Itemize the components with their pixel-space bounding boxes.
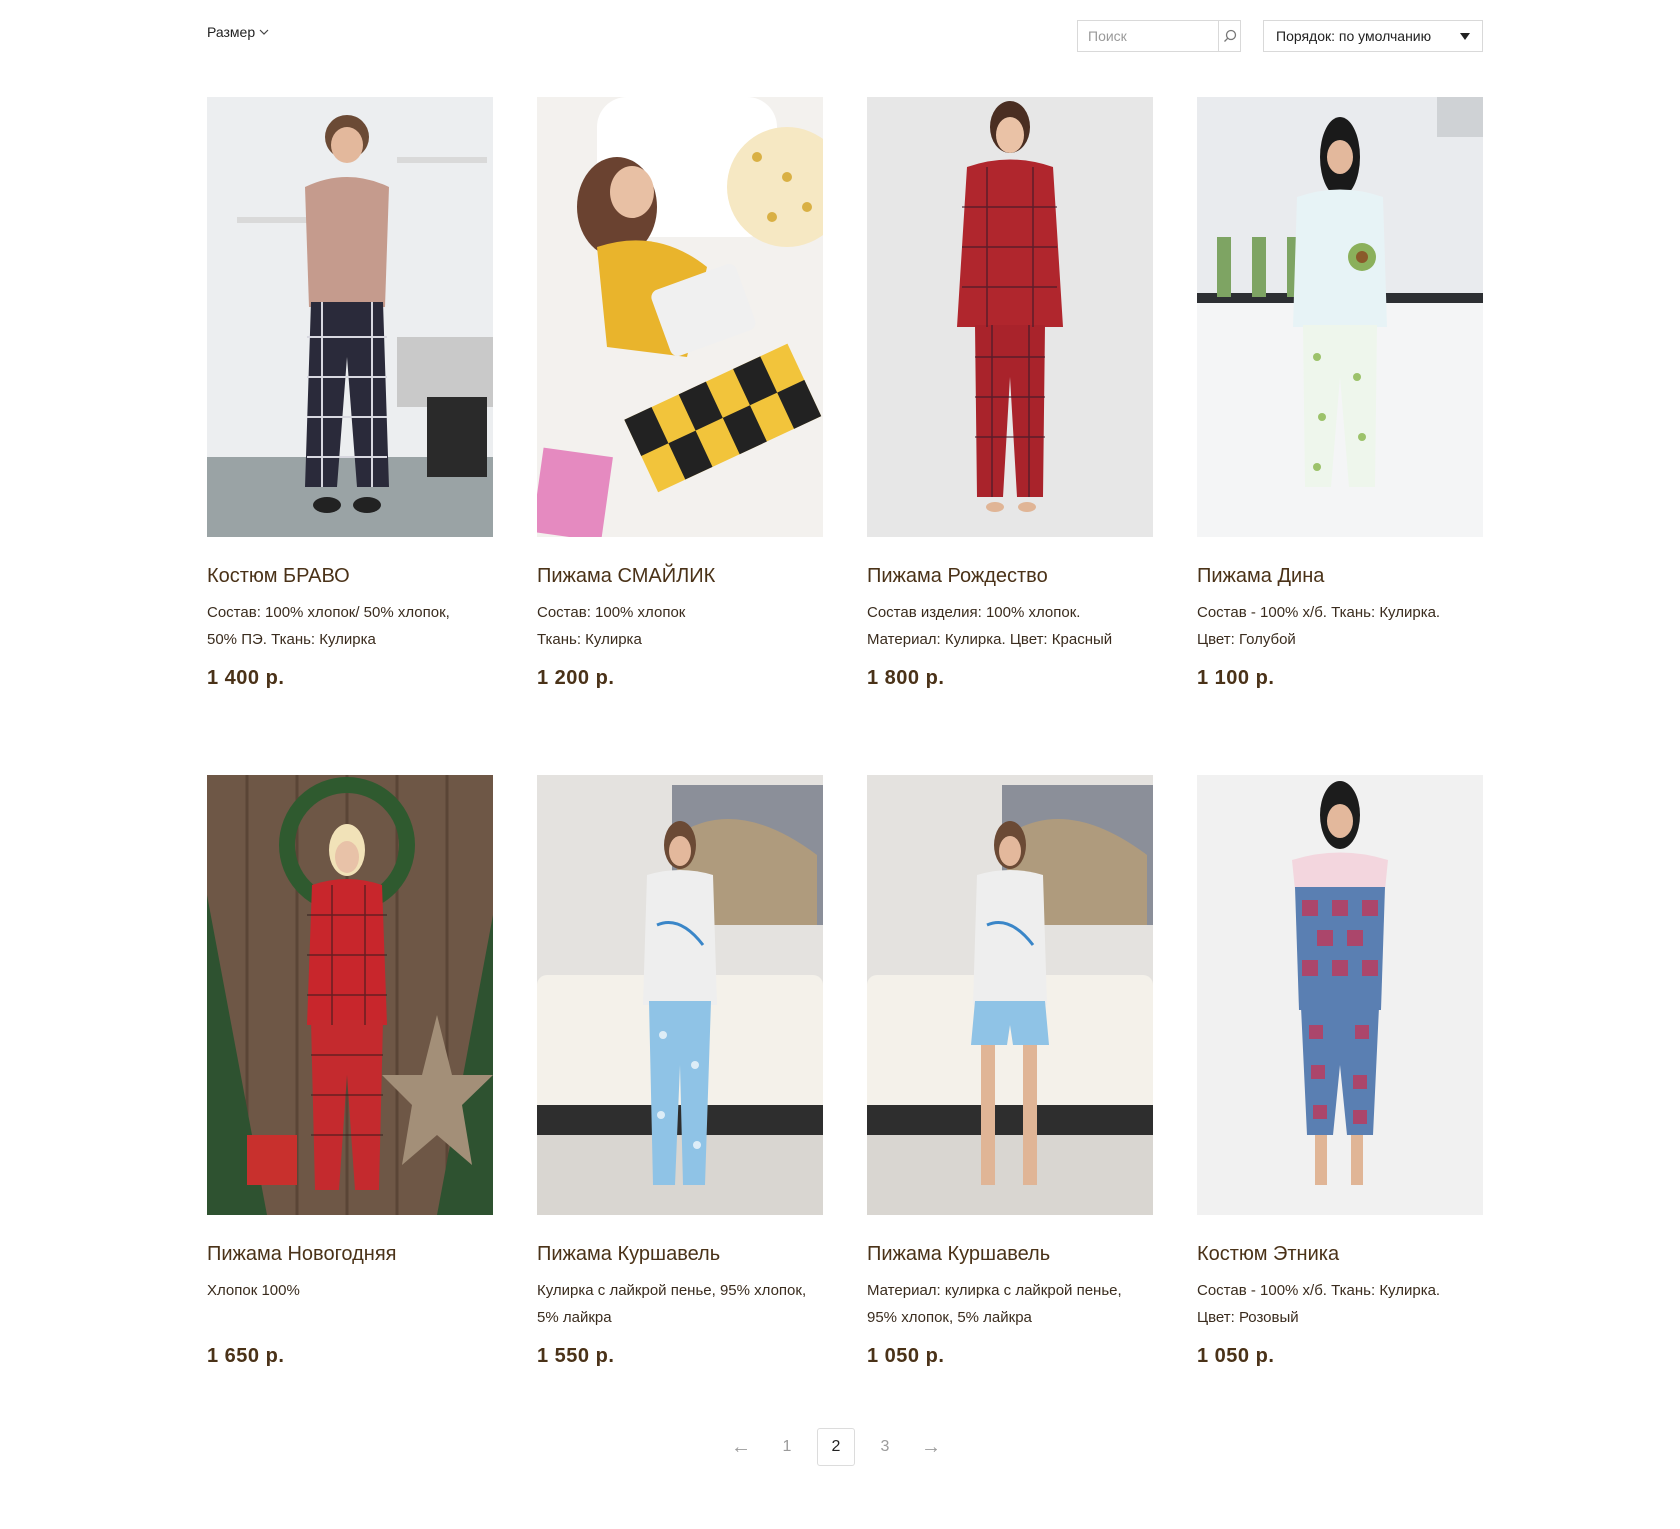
product-description-line: Кулирка с лайкрой пенье, 95% хлопок, [537,1282,807,1299]
product-title[interactable]: Пижама Дина [1197,563,1483,589]
product-title[interactable]: Пижама СМАЙЛИК [537,563,823,589]
size-filter-dropdown[interactable]: Размер [207,24,269,40]
product-photo-novogodnyaya [207,775,493,1215]
product-description: Состав - 100% х/б. Ткань: Кулирка. Цвет:… [1197,1277,1483,1331]
product-description-line: 50% ПЭ. Ткань: Кулирка [207,631,376,648]
product-description: Состав: 100% хлопок/ 50% хлопок, 50% ПЭ.… [207,599,493,653]
product-photo-smile [537,97,823,537]
product-description-line: Состав - 100% х/б. Ткань: Кулирка. [1197,1282,1441,1299]
page-link-3[interactable]: 3 [869,1429,901,1465]
product-description-line: 5% лайкра [537,1309,612,1326]
product-price: 1 400 р. [207,667,285,689]
product-title[interactable]: Костюм Этника [1197,1241,1483,1267]
next-page-button[interactable]: → [915,1429,947,1465]
product-description-line: Цвет: Голубой [1197,631,1296,648]
product-photo-etnika [1197,775,1483,1215]
product-description: Состав: 100% хлопок Ткань: Кулирка [537,599,823,653]
product-description-line: Цвет: Розовый [1197,1309,1299,1326]
product-description: Кулирка с лайкрой пенье, 95% хлопок, 5% … [537,1277,823,1331]
product-photo-bravo [207,97,493,537]
sort-select[interactable]: Порядок: по умолчанию [1263,20,1483,52]
sort-select-label: Порядок: по умолчанию [1276,28,1432,44]
product-description-line: Состав изделия: 100% хлопок. [867,604,1081,621]
page-link-1[interactable]: 1 [771,1429,803,1465]
product-description-line: Состав - 100% х/б. Ткань: Кулирка. [1197,604,1441,621]
product-card[interactable]: Пижама Рождество Состав изделия: 100% хл… [867,97,1153,690]
product-description-line: Ткань: Кулирка [537,631,642,648]
product-description-line: Материал: Кулирка. Цвет: Красный [867,631,1113,648]
product-title[interactable]: Пижама Куршавель [867,1241,1153,1267]
search-input[interactable] [1078,21,1218,51]
product-price: 1 550 р. [537,1345,615,1367]
product-image[interactable] [537,97,823,537]
product-description: Хлопок 100% [207,1277,493,1331]
size-filter-label: Размер [207,24,256,40]
product-price: 1 100 р. [1197,667,1275,689]
product-image[interactable] [1197,97,1483,537]
product-photo-rozhdestvo [867,97,1153,537]
search-box [1077,20,1241,52]
product-description-line: Состав: 100% хлопок/ 50% хлопок, [207,604,450,621]
product-price: 1 800 р. [867,667,945,689]
product-image[interactable] [1197,775,1483,1215]
product-image[interactable] [867,97,1153,537]
product-image[interactable] [207,775,493,1215]
prev-page-button[interactable]: ← [725,1429,757,1465]
product-title[interactable]: Костюм БРАВО [207,563,493,589]
product-price: 1 050 р. [867,1345,945,1367]
chevron-down-icon [259,29,269,35]
product-image[interactable] [207,97,493,537]
product-description: Материал: кулирка с лайкрой пенье, 95% х… [867,1277,1153,1331]
search-button[interactable] [1218,21,1240,51]
product-title[interactable]: Пижама Рождество [867,563,1153,589]
page-link-2-current[interactable]: 2 [817,1428,855,1466]
caret-down-icon [1460,32,1470,40]
product-description: Состав изделия: 100% хлопок. Материал: К… [867,599,1153,653]
product-price: 1 200 р. [537,667,615,689]
product-photo-dina [1197,97,1483,537]
product-description-line: 95% хлопок, 5% лайкра [867,1309,1032,1326]
product-title[interactable]: Пижама Новогодняя [207,1241,493,1267]
product-image[interactable] [537,775,823,1215]
product-photo-kurshavel-pants [537,775,823,1215]
product-description-line: Состав: 100% хлопок [537,604,686,621]
product-card[interactable]: Пижама Новогодняя Хлопок 100% 1 650 р. [207,775,493,1368]
product-card[interactable]: Пижама Дина Состав - 100% х/б. Ткань: Ку… [1197,97,1483,690]
product-photo-kurshavel-shorts [867,775,1153,1215]
product-card[interactable]: Пижама Куршавель Кулирка с лайкрой пенье… [537,775,823,1368]
catalog-page: Размер Порядок: по умолчанию [0,0,1680,1529]
product-price: 1 050 р. [1197,1345,1275,1367]
product-title[interactable]: Пижама Куршавель [537,1241,823,1267]
product-card[interactable]: Пижама СМАЙЛИК Состав: 100% хлопок Ткань… [537,97,823,690]
product-card[interactable]: Пижама Куршавель Материал: кулирка с лай… [867,775,1153,1368]
product-card[interactable]: Костюм Этника Состав - 100% х/б. Ткань: … [1197,775,1483,1368]
product-image[interactable] [867,775,1153,1215]
search-icon [1223,29,1236,42]
product-description-line: Материал: кулирка с лайкрой пенье, [867,1282,1122,1299]
product-card[interactable]: Костюм БРАВО Состав: 100% хлопок/ 50% хл… [207,97,493,690]
product-description: Состав - 100% х/б. Ткань: Кулирка. Цвет:… [1197,599,1483,653]
product-price: 1 650 р. [207,1345,285,1367]
pagination: ← 1 2 3 → [0,1428,1676,1466]
product-description-line: Хлопок 100% [207,1282,300,1299]
